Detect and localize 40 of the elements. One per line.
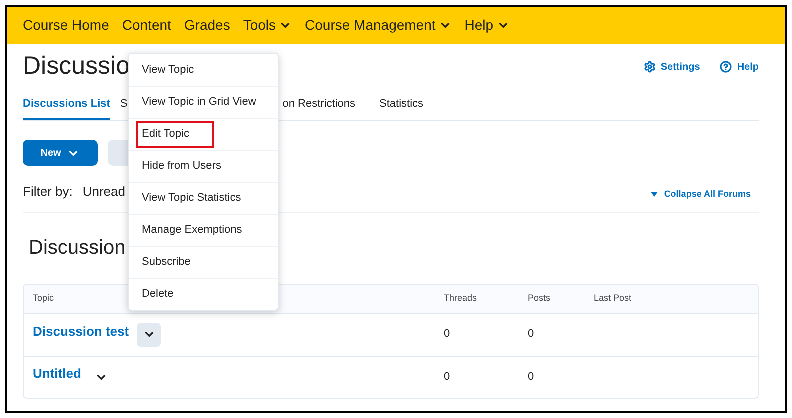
nav-link[interactable]: Content bbox=[122, 15, 172, 36]
table-cell-text: 0 bbox=[528, 370, 534, 385]
menu-item[interactable]: Edit Topic bbox=[138, 123, 212, 146]
column-header: Topic bbox=[32, 292, 54, 305]
table-cell-text: 0 bbox=[528, 327, 534, 342]
collapse-forums-link[interactable]: Collapse All Forums bbox=[651, 188, 751, 202]
triangle-down-icon bbox=[651, 192, 658, 198]
filter-label: Filter by: bbox=[23, 183, 73, 201]
column-header: Posts bbox=[528, 292, 551, 305]
help-link[interactable]: Help bbox=[720, 60, 759, 74]
nav-link[interactable]: Course Home bbox=[23, 15, 110, 36]
menu-item[interactable]: Delete bbox=[138, 283, 178, 306]
filter-value[interactable]: Unread bbox=[82, 182, 126, 202]
tab[interactable]: Discussions List bbox=[23, 96, 110, 120]
column-header: Threads bbox=[444, 292, 478, 305]
help-icon bbox=[720, 61, 732, 73]
settings-link[interactable]: Settings bbox=[644, 60, 700, 74]
table-cell-text: 0 bbox=[444, 370, 450, 385]
tab[interactable]: S bbox=[120, 96, 128, 120]
nav-link[interactable]: Course Management bbox=[305, 15, 452, 36]
tab[interactable]: Statistics bbox=[380, 96, 424, 120]
nav-link[interactable]: Tools bbox=[243, 15, 292, 36]
menu-item[interactable]: Subscribe bbox=[138, 251, 195, 274]
nav-link[interactable]: Help bbox=[464, 15, 510, 36]
column-header: Last Post bbox=[594, 292, 632, 305]
table-cell-text: 0 bbox=[444, 327, 450, 342]
topic-link[interactable]: Discussion test bbox=[33, 322, 130, 342]
topic-menu-button[interactable] bbox=[137, 322, 162, 346]
settings-icon bbox=[644, 61, 656, 73]
topic-link[interactable]: Untitled bbox=[33, 364, 82, 384]
forum-title: Discussion bbox=[29, 236, 126, 260]
menu-item[interactable]: Manage Exemptions bbox=[138, 219, 246, 242]
menu-item[interactable]: View Topic bbox=[138, 58, 198, 82]
menu-item[interactable]: Hide from Users bbox=[138, 155, 226, 178]
menu-item[interactable]: View Topic Statistics bbox=[138, 187, 246, 210]
new-button[interactable]: New bbox=[23, 140, 98, 166]
tab[interactable]: on Restrictions bbox=[282, 96, 356, 120]
menu-item[interactable]: View Topic in Grid View bbox=[138, 91, 260, 114]
page-title: Discussio bbox=[23, 51, 130, 82]
nav-link[interactable]: Grades bbox=[184, 15, 230, 36]
